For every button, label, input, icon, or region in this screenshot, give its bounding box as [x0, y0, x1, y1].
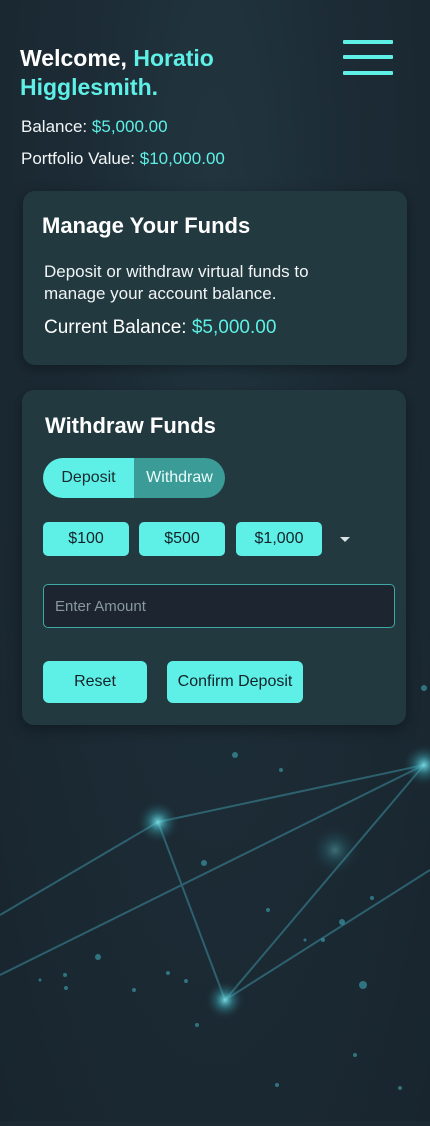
- reset-button[interactable]: Reset: [43, 661, 147, 703]
- current-balance-label: Current Balance:: [44, 317, 187, 338]
- current-balance-value: $5,000.00: [191, 317, 277, 338]
- menu-bar-bottom: [343, 71, 393, 75]
- manage-funds-card: Manage Your Funds Deposit or withdraw vi…: [23, 191, 407, 365]
- toggle-deposit[interactable]: Deposit: [43, 458, 134, 498]
- quick-amount-1000-button[interactable]: $1,000: [236, 522, 322, 556]
- welcome-prefix: Welcome,: [20, 45, 127, 71]
- withdraw-funds-title: Withdraw Funds: [45, 413, 216, 438]
- portfolio-stat: Portfolio Value: $10,000.00: [21, 149, 225, 169]
- portfolio-label: Portfolio Value:: [21, 149, 136, 168]
- confirm-deposit-button[interactable]: Confirm Deposit: [167, 661, 303, 703]
- balance-stat: Balance: $5,000.00: [21, 117, 168, 137]
- balance-value: $5,000.00: [91, 117, 168, 136]
- deposit-withdraw-toggle: Deposit Withdraw: [43, 458, 225, 498]
- menu-bar-middle: [343, 55, 393, 59]
- withdraw-funds-card: Withdraw Funds Deposit Withdraw $100 $50…: [22, 390, 406, 725]
- balance-label: Balance:: [21, 117, 88, 136]
- welcome-header: Welcome, Horatio Higglesmith.: [20, 44, 320, 102]
- toggle-withdraw[interactable]: Withdraw: [134, 458, 225, 498]
- welcome-title: Welcome, Horatio Higglesmith.: [20, 44, 320, 102]
- portfolio-value: $10,000.00: [139, 149, 225, 168]
- quick-amount-500-button[interactable]: $500: [139, 522, 225, 556]
- amount-input[interactable]: [43, 584, 395, 628]
- hamburger-menu-icon[interactable]: [343, 40, 393, 76]
- current-balance: Current Balance: $5,000.00: [44, 317, 276, 339]
- manage-funds-title: Manage Your Funds: [42, 213, 251, 238]
- manage-funds-description: Deposit or withdraw virtual funds to man…: [44, 262, 309, 303]
- quick-amount-100-button[interactable]: $100: [43, 522, 129, 556]
- menu-bar-top: [343, 40, 393, 44]
- chevron-down-icon[interactable]: [340, 537, 350, 542]
